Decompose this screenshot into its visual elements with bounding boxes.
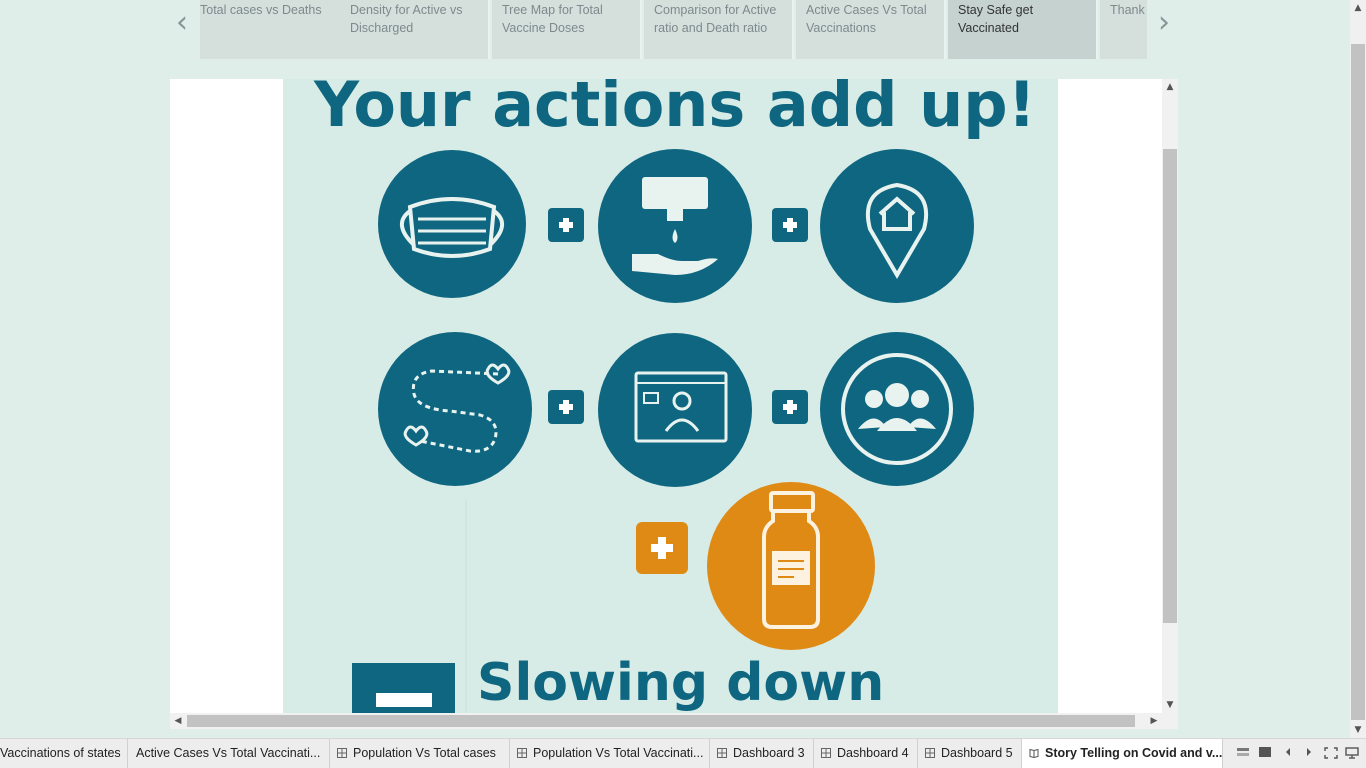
sheet-tab-label: Story Telling on Covid and v...	[1045, 746, 1223, 760]
story-point-label: Total cases vs Deaths	[200, 3, 322, 17]
social-distance-icon	[378, 332, 532, 486]
previous-story-point-button[interactable]: ‹	[171, 8, 193, 38]
sheet-tab-population-vs-total-cases[interactable]: Population Vs Total cases	[330, 739, 510, 768]
story-point-thank[interactable]: Thank	[1100, 0, 1147, 59]
poster-footer-text: Slowing down	[477, 653, 884, 713]
story-content-viewport: Your actions add up! Slowing down	[170, 79, 1162, 713]
story-icon	[1029, 748, 1039, 758]
next-story-point-button[interactable]: ›	[1153, 8, 1175, 38]
story-point-label: Density for Active vs Discharged	[350, 3, 463, 35]
scroll-down-button[interactable]: ▼	[1162, 697, 1178, 713]
story-point-active-cases-vs-vaccinations[interactable]: Active Cases Vs Total Vaccinations	[796, 0, 946, 59]
sheet-tab-label: Population Vs Total cases	[353, 746, 496, 760]
sheet-tab-vaccinations-of-states[interactable]: Vaccinations of states	[0, 739, 128, 768]
dashboard-icon	[337, 748, 347, 758]
poster-headline: Your actions add up!	[313, 79, 1036, 141]
minus-icon	[352, 663, 455, 713]
sheet-tab-dashboard-5[interactable]: Dashboard 5	[918, 739, 1022, 768]
plus-icon	[772, 208, 808, 242]
story-point-label: Comparison for Active ratio and Death ra…	[654, 3, 777, 35]
story-point-label: Stay Safe get Vaccinated	[958, 3, 1034, 35]
group-icon	[820, 332, 974, 486]
scrollbar-corner	[1162, 713, 1178, 729]
story-point-tree-map-vaccine-doses[interactable]: Tree Map for Total Vaccine Doses	[492, 0, 642, 59]
story-point-total-cases-vs-deaths[interactable]: Total cases vs Deaths	[200, 0, 350, 59]
dashboard-icon	[517, 748, 527, 758]
sheet-tab-story-telling[interactable]: Story Telling on Covid and v...	[1022, 739, 1223, 768]
stay-safe-poster: Your actions add up! Slowing down	[283, 79, 1058, 713]
story-point-label: Thank	[1110, 3, 1145, 17]
story-point-stay-safe-get-vaccinated[interactable]: Stay Safe get Vaccinated	[948, 0, 1098, 59]
dashboard-icon	[925, 748, 935, 758]
window-scroll-thumb[interactable]	[1351, 44, 1365, 720]
story-point-label: Active Cases Vs Total Vaccinations	[806, 3, 927, 35]
plus-icon	[548, 208, 584, 242]
story-point-label: Tree Map for Total Vaccine Doses	[502, 3, 603, 35]
show-filmstrip-icon[interactable]	[1235, 747, 1251, 761]
sheet-tabs-bar: Vaccinations of states Active Cases Vs T…	[0, 738, 1366, 768]
scroll-thumb[interactable]	[187, 715, 1135, 727]
sheet-tab-label: Active Cases Vs Total Vaccinati...	[136, 746, 321, 760]
sheet-tab-dashboard-3[interactable]: Dashboard 3	[710, 739, 814, 768]
scroll-thumb[interactable]	[1163, 149, 1177, 623]
story-points-strip: Total cases vs Deaths Density for Active…	[200, 0, 1147, 59]
plus-icon	[636, 522, 688, 574]
face-mask-icon	[378, 150, 526, 298]
plus-icon	[772, 390, 808, 424]
plus-icon	[548, 390, 584, 424]
sheet-tab-dashboard-4[interactable]: Dashboard 4	[814, 739, 918, 768]
sheet-tab-label: Dashboard 3	[733, 746, 805, 760]
vaccine-vial-icon	[707, 482, 875, 650]
next-sheet-icon[interactable]	[1301, 747, 1317, 761]
dashboard-icon	[821, 748, 831, 758]
previous-sheet-icon[interactable]	[1280, 747, 1296, 761]
sheet-tab-label: Dashboard 4	[837, 746, 909, 760]
window-vertical-scrollbar[interactable]: ▲ ▼	[1350, 0, 1366, 738]
story-horizontal-scrollbar[interactable]: ◀ ▶	[170, 713, 1162, 729]
scroll-up-button[interactable]: ▲	[1162, 79, 1178, 95]
show-sheet-tabs-icon[interactable]	[1257, 747, 1273, 761]
stay-home-icon	[820, 149, 974, 303]
story-vertical-scrollbar[interactable]: ▲ ▼	[1162, 79, 1178, 713]
sheet-tab-population-vs-total-vaccinations[interactable]: Population Vs Total Vaccinati...	[510, 739, 710, 768]
video-call-icon	[598, 333, 752, 487]
presentation-mode-icon[interactable]	[1323, 747, 1339, 761]
story-point-active-ratio-vs-death-ratio[interactable]: Comparison for Active ratio and Death ra…	[644, 0, 794, 59]
hand-sanitizer-icon	[598, 149, 752, 303]
present-icon[interactable]	[1344, 747, 1360, 761]
window-scroll-up-button[interactable]: ▲	[1350, 0, 1366, 16]
sheet-tab-label: Vaccinations of states	[0, 746, 121, 760]
scroll-right-button[interactable]: ▶	[1146, 713, 1162, 729]
story-navigator: ‹ Total cases vs Deaths Density for Acti…	[0, 0, 1350, 62]
scroll-left-button[interactable]: ◀	[170, 713, 186, 729]
sheet-tab-label: Population Vs Total Vaccinati...	[533, 746, 704, 760]
dashboard-icon	[717, 748, 727, 758]
sheet-tab-label: Dashboard 5	[941, 746, 1013, 760]
window-scroll-down-button[interactable]: ▼	[1350, 722, 1366, 738]
sheet-tab-active-cases-vs-total-vaccinations[interactable]: Active Cases Vs Total Vaccinati...	[129, 739, 330, 768]
story-point-density-active-vs-discharged[interactable]: Density for Active vs Discharged	[340, 0, 490, 59]
